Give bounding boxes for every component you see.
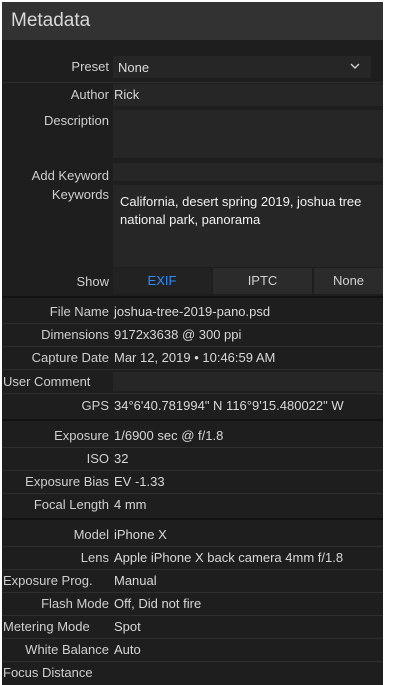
divider bbox=[2, 323, 383, 324]
divider bbox=[2, 82, 383, 83]
exposure-bias-value: EV -1.33 bbox=[114, 474, 165, 489]
add-keyword-label: Add Keyword bbox=[31, 168, 109, 183]
show-none-button[interactable]: None bbox=[314, 268, 383, 294]
divider bbox=[2, 569, 383, 570]
author-label: Author bbox=[70, 87, 109, 102]
model-label: Model bbox=[73, 527, 109, 542]
capture-date-label: Capture Date bbox=[31, 350, 109, 365]
dimensions-label: Dimensions bbox=[41, 327, 109, 342]
gps-label: GPS bbox=[81, 398, 109, 413]
divider bbox=[2, 518, 383, 520]
description-label: Description bbox=[43, 113, 109, 128]
preset-dropdown[interactable]: None bbox=[113, 56, 371, 78]
exposure-bias-label: Exposure Bias bbox=[25, 474, 109, 489]
focal-length-label: Focal Length bbox=[33, 497, 109, 512]
keywords-label: Keywords bbox=[51, 187, 109, 202]
panel-header: Metadata bbox=[2, 2, 383, 40]
add-keyword-input[interactable] bbox=[113, 163, 383, 181]
preset-value: None bbox=[118, 60, 150, 75]
author-field[interactable]: Rick bbox=[113, 84, 383, 106]
exposure-program-label: Exposure Prog. bbox=[3, 573, 93, 588]
divider bbox=[2, 638, 383, 639]
divider bbox=[2, 296, 383, 298]
divider bbox=[2, 493, 383, 494]
show-exif-button[interactable]: EXIF bbox=[113, 268, 211, 294]
gps-value: 34°6'40.781994" N 116°9'15.480022" W bbox=[114, 398, 344, 413]
white-balance-label: White Balance bbox=[25, 642, 109, 657]
focus-distance-label: Focus Distance bbox=[3, 665, 93, 680]
keywords-field[interactable]: California, desert spring 2019, joshua t… bbox=[113, 185, 383, 267]
metadata-panel: Metadata Preset None Author Rick Descrip… bbox=[2, 2, 383, 685]
iso-value: 32 bbox=[114, 451, 129, 466]
divider bbox=[2, 615, 383, 616]
divider bbox=[2, 447, 383, 448]
divider bbox=[2, 346, 383, 347]
lens-label: Lens bbox=[80, 550, 109, 565]
model-value: iPhone X bbox=[114, 527, 167, 542]
lens-value: Apple iPhone X back camera 4mm f/1.8 bbox=[114, 550, 344, 565]
divider bbox=[2, 546, 383, 547]
divider bbox=[2, 369, 383, 370]
exposure-value: 1/6900 sec @ f/1.8 bbox=[114, 428, 224, 443]
exposure-label: Exposure bbox=[54, 428, 109, 443]
focal-length-value: 4 mm bbox=[114, 497, 147, 512]
divider bbox=[2, 419, 383, 421]
divider bbox=[2, 661, 383, 662]
file-name-label: File Name bbox=[49, 304, 109, 319]
exposure-program-value: Manual bbox=[114, 573, 157, 588]
iso-label: ISO bbox=[86, 451, 109, 466]
panel-title: Metadata bbox=[11, 10, 91, 31]
dimensions-value: 9172x3638 @ 300 ppi bbox=[114, 327, 242, 342]
flash-mode-value: Off, Did not fire bbox=[114, 596, 202, 611]
divider bbox=[2, 393, 383, 394]
white-balance-value: Auto bbox=[114, 642, 141, 657]
capture-date-value: Mar 12, 2019 • 10:46:59 AM bbox=[114, 350, 276, 365]
description-field[interactable] bbox=[113, 110, 383, 158]
user-comment-field[interactable] bbox=[113, 372, 383, 391]
user-comment-label: User Comment bbox=[3, 374, 91, 389]
file-name-value: joshua-tree-2019-pano.psd bbox=[114, 304, 271, 319]
divider bbox=[2, 470, 383, 471]
preset-label: Preset bbox=[71, 59, 109, 74]
flash-mode-label: Flash Mode bbox=[41, 596, 109, 611]
metering-mode-value: Spot bbox=[114, 619, 141, 634]
divider bbox=[2, 592, 383, 593]
keywords-value: California, desert spring 2019, joshua t… bbox=[120, 194, 362, 227]
metering-mode-label: Metering Mode bbox=[3, 619, 90, 634]
chevron-down-icon bbox=[350, 63, 360, 69]
show-label: Show bbox=[76, 274, 109, 289]
author-value: Rick bbox=[114, 87, 140, 102]
show-iptc-button[interactable]: IPTC bbox=[213, 268, 312, 294]
